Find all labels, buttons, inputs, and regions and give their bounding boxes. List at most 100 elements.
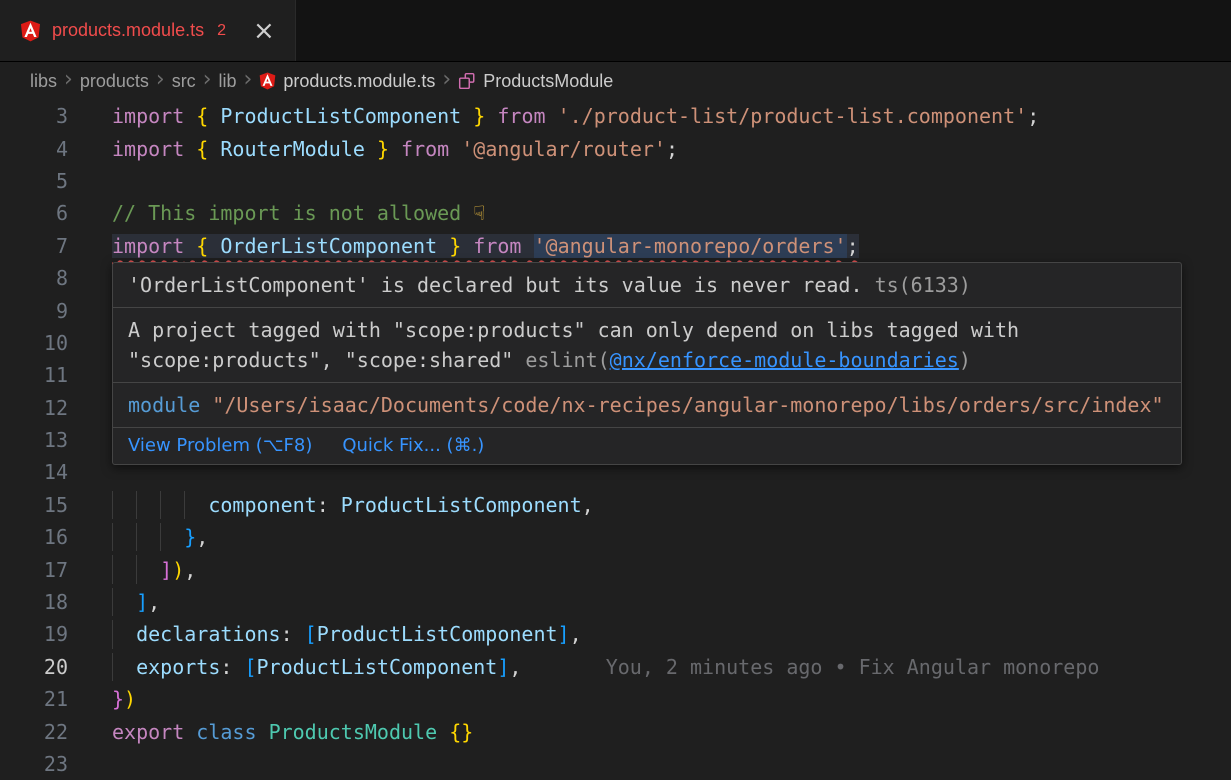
token — [365, 137, 377, 161]
token: [ — [244, 655, 256, 679]
token: './product-list/product-list.component' — [558, 104, 1028, 128]
chevron-right-icon: › — [442, 67, 451, 92]
chevron-right-icon: › — [64, 67, 73, 92]
eslint-rule-link[interactable]: @nx/enforce-module-boundaries — [610, 348, 959, 372]
line-number: 8 — [0, 266, 112, 290]
token: {} — [449, 720, 473, 744]
token: import — [112, 234, 184, 258]
token: class — [196, 720, 256, 744]
line-number: 11 — [0, 363, 112, 387]
code-text: exports: [ProductListComponent], — [136, 655, 521, 679]
indent-guide — [112, 653, 113, 681]
token: , — [570, 622, 582, 646]
token: exports — [136, 655, 220, 679]
token: , — [148, 590, 160, 614]
code-line-5[interactable]: 5 — [0, 165, 1231, 197]
code-line-15[interactable]: 15component: ProductListComponent, — [0, 489, 1231, 521]
indent-guide — [184, 491, 185, 519]
line-number: 5 — [0, 169, 112, 193]
indent-guide — [136, 491, 137, 519]
line-number: 7 — [0, 234, 112, 258]
breadcrumb-item-products[interactable]: products — [80, 71, 149, 92]
code-text: }) — [112, 687, 136, 711]
code-text: // This import is not allowed ☟ — [112, 201, 485, 225]
indent-guide — [160, 491, 161, 519]
quick-fix-link[interactable]: Quick Fix... (⌘.) — [342, 434, 484, 458]
token: , — [196, 525, 208, 549]
ts-diagnostic-message: 'OrderListComponent' is declared but its… — [128, 273, 863, 297]
code-line-21[interactable]: 21}) — [0, 683, 1231, 715]
line-number: 21 — [0, 687, 112, 711]
token — [461, 104, 473, 128]
code-text: declarations: [ProductListComponent], — [136, 622, 582, 646]
line-number: 16 — [0, 525, 112, 549]
breadcrumb-item-libs[interactable]: libs — [30, 71, 57, 92]
pointing-down-emoji: ☟ — [473, 201, 485, 225]
breadcrumb-item-lib[interactable]: lib — [219, 71, 237, 92]
code-line-20[interactable]: 20exports: [ProductListComponent],You, 2… — [0, 651, 1231, 683]
editor[interactable]: 3import { ProductListComponent } from '.… — [0, 100, 1231, 780]
hover-eslint-diagnostic: A project tagged with "scope:products" c… — [113, 307, 1181, 382]
token: ProductListComponent — [257, 655, 498, 679]
breadcrumb-item-file[interactable]: products.module.ts — [259, 71, 435, 92]
chevron-right-icon: › — [203, 67, 212, 92]
token: ProductListComponent — [317, 622, 558, 646]
tab-products-module[interactable]: products.module.ts 2 × — [0, 0, 296, 61]
token: ] — [497, 655, 509, 679]
token: : — [281, 622, 305, 646]
chevron-right-icon: › — [156, 67, 165, 92]
breadcrumb-item-symbol[interactable]: ProductsModule — [458, 71, 613, 92]
indent-guide — [112, 588, 113, 616]
token: ; — [666, 137, 678, 161]
code-text: import { RouterModule } from '@angular/r… — [112, 137, 678, 161]
code-line-17[interactable]: 17]), — [0, 553, 1231, 585]
token — [449, 137, 461, 161]
token: import — [112, 137, 184, 161]
code-text: ]), — [160, 558, 196, 582]
line-number: 9 — [0, 299, 112, 323]
view-problem-link[interactable]: View Problem (⌥F8) — [128, 434, 312, 458]
code-line-18[interactable]: 18], — [0, 586, 1231, 618]
token: } — [377, 137, 389, 161]
line-number: 4 — [0, 137, 112, 161]
code-line-6[interactable]: 6// This import is not allowed ☟ — [0, 197, 1231, 229]
token: ] — [160, 558, 172, 582]
token: ] — [136, 590, 148, 614]
code-line-7[interactable]: 7import { OrderListComponent } from '@an… — [0, 230, 1231, 262]
code-line-4[interactable]: 4import { RouterModule } from '@angular/… — [0, 132, 1231, 164]
token: ; — [1027, 104, 1039, 128]
git-blame-annotation: You, 2 minutes ago • Fix Angular monorep… — [606, 655, 1100, 679]
token: RouterModule — [220, 137, 365, 161]
breadcrumb-item-src[interactable]: src — [172, 71, 196, 92]
token: { — [196, 104, 208, 128]
token: declarations — [136, 622, 281, 646]
token: } — [473, 104, 485, 128]
code-line-19[interactable]: 19 declarations: [ProductListComponent], — [0, 618, 1231, 650]
tab-title: products.module.ts — [52, 20, 204, 41]
token: } — [184, 525, 196, 549]
token: ProductListComponent — [341, 493, 582, 517]
eslint-source-open: eslint( — [525, 348, 609, 372]
code-line-3[interactable]: 3import { ProductListComponent } from '.… — [0, 100, 1231, 132]
breadcrumb: libs › products › src › lib › products.m… — [0, 62, 1231, 100]
line-number: 19 — [0, 622, 112, 646]
close-tab-icon[interactable]: × — [253, 18, 275, 44]
code-text: component: ProductListComponent, — [208, 493, 593, 517]
token — [208, 104, 220, 128]
tab-bar: products.module.ts 2 × — [0, 0, 1231, 62]
token — [485, 104, 497, 128]
angular-icon — [259, 72, 276, 90]
code-line-22[interactable]: 22export class ProductsModule {} — [0, 715, 1231, 747]
token: ] — [558, 622, 570, 646]
code-line-23[interactable]: 23 — [0, 748, 1231, 780]
indent-guide — [136, 555, 137, 583]
line-number: 3 — [0, 104, 112, 128]
token: import — [112, 104, 184, 128]
code-line-16[interactable]: 16}, — [0, 521, 1231, 553]
token — [437, 720, 449, 744]
hover-module-info: module "/Users/isaac/Documents/code/nx-r… — [113, 382, 1181, 427]
token: , — [184, 558, 196, 582]
token: from — [473, 234, 521, 258]
chevron-right-icon: › — [244, 67, 253, 92]
token: OrderListComponent — [220, 234, 437, 258]
